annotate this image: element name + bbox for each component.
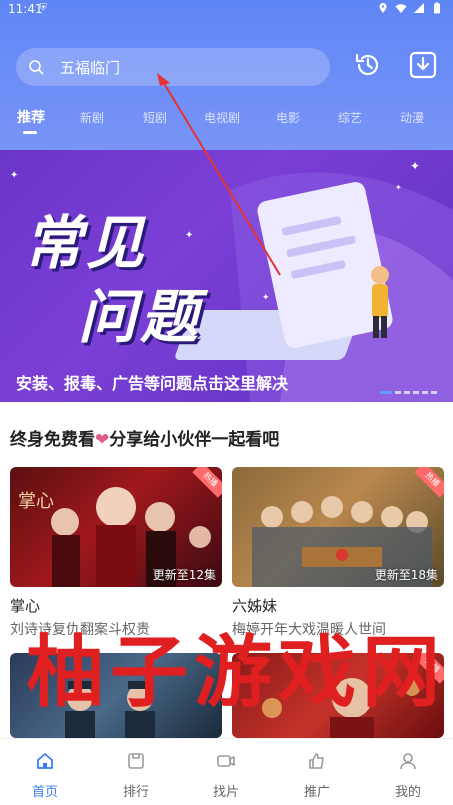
history-icon[interactable] <box>353 50 383 80</box>
pagination-dot <box>380 391 392 394</box>
nav-promote[interactable]: 推广 <box>287 739 347 805</box>
svg-text:✦: ✦ <box>395 183 402 192</box>
nav-mine[interactable]: 我的 <box>378 739 438 805</box>
nav-label: 排行 <box>122 785 149 800</box>
tab-short[interactable]: 短剧 <box>143 109 167 126</box>
episode-count: 更新至12集 <box>152 568 216 582</box>
svg-text:掌心: 掌心 <box>18 491 54 512</box>
video-icon <box>217 755 235 767</box>
banner-caption: 安装、报毒、广告等问题点击这里解决 <box>16 374 289 393</box>
nav-label: 首页 <box>31 785 58 800</box>
banner[interactable]: ✦ ✦ ✦ ✦ ✦ 常见 问题 安装、报毒、广告等问题点击这里解决 <box>0 150 453 402</box>
pagination-dot <box>404 391 410 394</box>
search-input[interactable]: 五福临门 <box>60 57 120 78</box>
banner-headline-1: 常见 <box>24 209 149 277</box>
banner-headline-2: 问题 <box>78 283 203 351</box>
nav-find[interactable]: 找片 <box>196 739 256 805</box>
signal-icon <box>414 3 424 13</box>
tab-indicator <box>23 131 37 134</box>
svg-text:✦: ✦ <box>10 170 18 181</box>
download-icon[interactable] <box>408 50 438 80</box>
tab-tv[interactable]: 电视剧 <box>204 109 240 126</box>
thumbs-up-icon <box>309 753 324 769</box>
pagination-dot <box>413 391 419 394</box>
tab-variety[interactable]: 综艺 <box>338 109 362 126</box>
battery-icon <box>434 2 440 14</box>
shield-icon: ⛨ <box>40 3 47 13</box>
nav-home[interactable]: 首页 <box>15 739 75 805</box>
bottom-navigation: 首页 排行 找片 推广 我的 <box>0 738 453 805</box>
nav-label: 推广 <box>303 785 330 800</box>
tab-new[interactable]: 新剧 <box>80 109 104 126</box>
pagination-dot <box>422 391 428 394</box>
location-icon <box>379 3 387 13</box>
poster-thumbnail: 掌心 热播 更新至12集 <box>10 467 222 587</box>
promo-after: 分享给小伙伴一起看吧 <box>109 430 280 450</box>
tab-recommend[interactable]: 推荐 <box>17 107 45 127</box>
category-tabs: 推荐 新剧 短剧 电视剧 电影 综艺 动漫 <box>0 105 453 135</box>
tab-movie[interactable]: 电影 <box>276 109 300 126</box>
svg-text:✦: ✦ <box>410 159 420 173</box>
status-time: 11:41 <box>8 2 43 16</box>
home-icon <box>37 753 53 769</box>
promo-before: 终身免费看 <box>10 430 95 450</box>
banner-pagination <box>380 391 437 394</box>
poster-thumbnail: 热播 更新至18集 <box>232 467 444 587</box>
nav-ranking[interactable]: 排行 <box>106 739 166 805</box>
status-bar: 11:41 ⛨ <box>0 0 453 20</box>
svg-text:✦: ✦ <box>262 293 270 303</box>
ranking-icon <box>128 753 144 769</box>
user-icon <box>400 753 416 770</box>
status-icons <box>377 2 443 14</box>
watermark-text: 柚子游戏网 <box>26 627 447 718</box>
episode-count: 更新至18集 <box>374 568 438 582</box>
pagination-dot <box>431 391 437 394</box>
heart-icon: ❤ <box>95 430 110 450</box>
pagination-dot <box>395 391 401 394</box>
search-icon <box>29 60 44 75</box>
tab-anime[interactable]: 动漫 <box>400 109 424 126</box>
promo-text: 终身免费看❤分享给小伙伴一起看吧 <box>10 425 279 450</box>
search-bar[interactable]: 五福临门 <box>16 48 330 86</box>
wifi-icon <box>395 4 407 13</box>
svg-text:✦: ✦ <box>185 230 193 241</box>
nav-label: 找片 <box>212 785 239 800</box>
nav-label: 我的 <box>394 785 421 800</box>
